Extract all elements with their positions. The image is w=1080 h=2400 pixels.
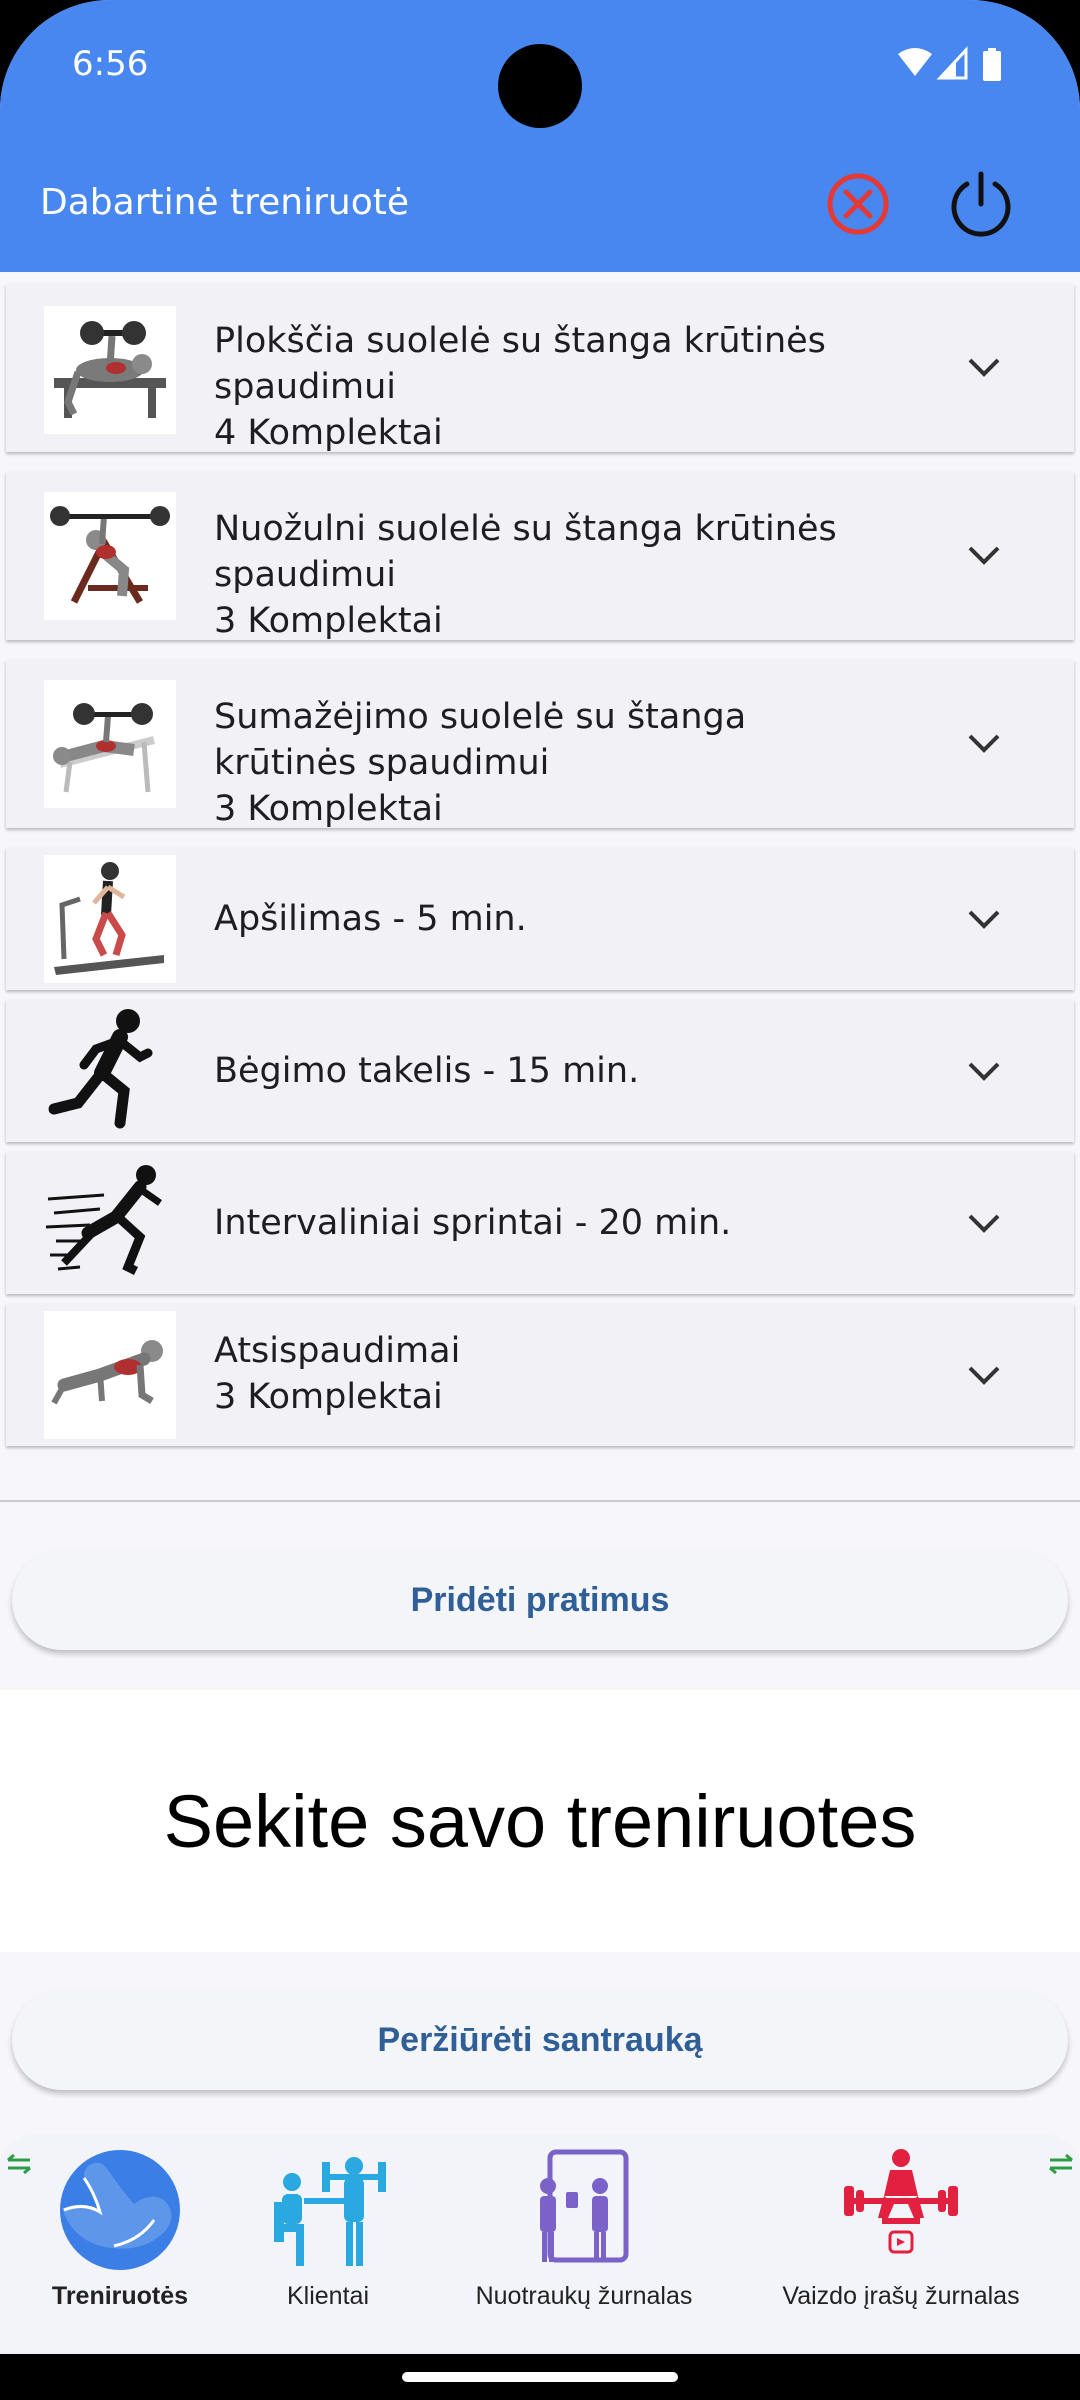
exercise-title-line: krūtinės spaudimui — [214, 743, 550, 783]
mirror-photo-icon — [540, 2149, 629, 2263]
chevron-down-icon[interactable] — [966, 1364, 1002, 1388]
status-icons — [898, 46, 1001, 81]
exercise-sets: 3 Komplektai — [214, 789, 443, 829]
chevron-down-icon[interactable] — [966, 1060, 1002, 1084]
add-exercises-button[interactable]: Pridėti pratimus — [12, 1550, 1068, 1650]
exercise-title-line: spaudimui — [214, 555, 397, 595]
flexed-arm-icon — [60, 2150, 180, 2270]
chevron-down-icon[interactable] — [966, 1212, 1002, 1236]
wifi-icon — [898, 48, 932, 76]
exercise-title-line: spaudimui — [214, 367, 397, 407]
signal-icon — [936, 46, 968, 80]
exercise-title-line: Atsispaudimai — [214, 1331, 461, 1371]
exercise-card[interactable]: Bėgimo takelis - 15 min. — [6, 1000, 1074, 1142]
running-man-icon — [44, 1007, 176, 1135]
exercise-card[interactable]: Nuožulni suolelė su štanga krūtinės spau… — [6, 472, 1074, 641]
exercise-card[interactable]: Plokščia suolelė su štanga krūtinės spau… — [6, 284, 1074, 453]
exercise-title-line: Apšilimas - 5 min. — [214, 899, 527, 939]
exercise-sets: 4 Komplektai — [214, 413, 443, 453]
exercise-title-line: Intervaliniai sprintai - 20 min. — [214, 1203, 732, 1243]
screen: 6:56 Dabartinė treniruotė Plokščia suole… — [0, 0, 1080, 2400]
exercise-text: Plokščia suolelė su štanga krūtinės spau… — [214, 318, 964, 456]
treadmill-image — [44, 855, 176, 983]
weightlifter-video-icon — [844, 2149, 958, 2254]
exercise-sets: 3 Komplektai — [214, 1377, 443, 1417]
scroll-right-arrow-icon[interactable] — [1046, 2152, 1076, 2176]
exercise-text: Atsispaudimai 3 Komplektai — [214, 1328, 964, 1420]
view-summary-button[interactable]: Peržiūrėti santrauką — [12, 1990, 1068, 2090]
bench-press-image — [44, 306, 176, 434]
bottom-navigation: Treniruotės Klientai Nuotraukų žurnalas … — [0, 2134, 1080, 2354]
home-indicator[interactable] — [402, 2372, 678, 2382]
exercise-text: Nuožulni suolelė su štanga krūtinės spau… — [214, 506, 964, 644]
exercise-sets: 3 Komplektai — [214, 601, 443, 641]
camera-cutout — [498, 44, 582, 128]
chevron-down-icon[interactable] — [966, 544, 1002, 568]
push-up-image — [44, 1311, 176, 1439]
nav-item-clients[interactable]: Klientai — [240, 2134, 416, 2354]
page-title: Dabartinė treniruotė — [40, 182, 410, 223]
nav-item-photo-journal[interactable]: Nuotraukų žurnalas — [456, 2134, 712, 2354]
nav-label: Treniruotės — [51, 2282, 189, 2310]
nav-label: Vaizdo įrašų žurnalas — [782, 2282, 1020, 2310]
exercise-text: Intervaliniai sprintai - 20 min. — [214, 1200, 964, 1246]
chevron-down-icon[interactable] — [966, 908, 1002, 932]
exercise-card[interactable]: Intervaliniai sprintai - 20 min. — [6, 1152, 1074, 1294]
exercise-title-line: Bėgimo takelis - 15 min. — [214, 1051, 640, 1091]
gesture-bar — [0, 2354, 1080, 2400]
exercise-card[interactable]: Apšilimas - 5 min. — [6, 848, 1074, 990]
tagline-section: Sekite savo treniruotes — [0, 1690, 1080, 1952]
chevron-down-icon[interactable] — [966, 356, 1002, 380]
chevron-down-icon[interactable] — [966, 732, 1002, 756]
status-time: 6:56 — [72, 44, 149, 84]
app-bar: 6:56 Dabartinė treniruotė — [0, 0, 1080, 272]
sprinter-icon — [44, 1159, 176, 1287]
exercise-title-line: Plokščia suolelė su štanga krūtinės — [214, 321, 826, 361]
nav-label: Klientai — [287, 2282, 369, 2310]
battery-icon — [983, 48, 1001, 81]
nav-item-workouts[interactable]: Treniruotės — [30, 2134, 210, 2354]
trainer-client-icon — [274, 2157, 386, 2266]
exercise-text: Apšilimas - 5 min. — [214, 896, 964, 942]
nav-label: Nuotraukų žurnalas — [475, 2282, 693, 2310]
exercise-card[interactable]: Sumažėjimo suolelė su štanga krūtinės sp… — [6, 660, 1074, 829]
exercise-card[interactable]: Atsispaudimai 3 Komplektai — [6, 1304, 1074, 1446]
decline-bench-press-image — [44, 680, 176, 808]
nav-item-video-journal[interactable]: Vaizdo įrašų žurnalas — [764, 2134, 1038, 2354]
divider — [0, 1500, 1080, 1502]
exercise-text: Bėgimo takelis - 15 min. — [214, 1048, 964, 1094]
finish-workout-button[interactable] — [944, 166, 1018, 240]
exercise-title-line: Nuožulni suolelė su štanga krūtinės — [214, 509, 837, 549]
cancel-workout-button[interactable] — [822, 168, 894, 240]
exercise-text: Sumažėjimo suolelė su štanga krūtinės sp… — [214, 694, 964, 832]
incline-bench-press-image — [44, 492, 176, 620]
tagline: Sekite savo treniruotes — [163, 1779, 917, 1863]
exercise-title-line: Sumažėjimo suolelė su štanga — [214, 697, 747, 737]
